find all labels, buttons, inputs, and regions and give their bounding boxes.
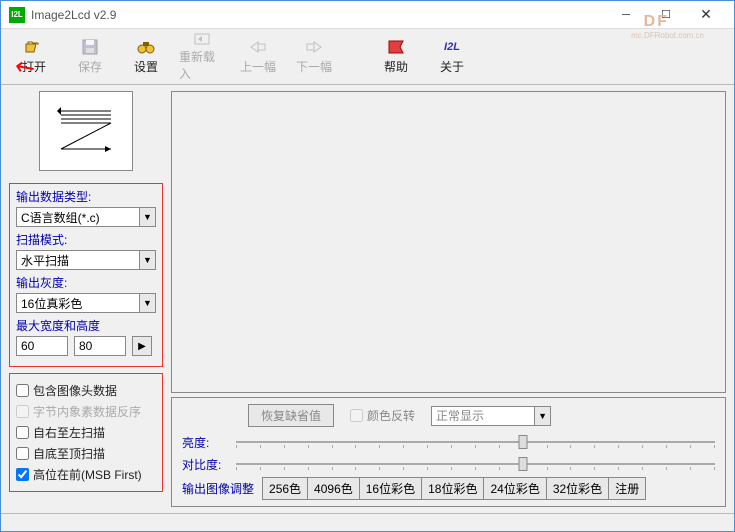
display-mode-value: 正常显示 bbox=[432, 407, 534, 424]
scan-mode-select[interactable]: 水平扫描 ▼ bbox=[16, 250, 156, 270]
slider-thumb[interactable] bbox=[519, 457, 528, 471]
max-height-input[interactable] bbox=[74, 336, 126, 356]
prev-label: 上一幅 bbox=[240, 58, 276, 75]
prev-icon bbox=[249, 38, 267, 56]
rtl-label: 自右至左扫描 bbox=[33, 424, 105, 441]
settings-button[interactable]: 设置 bbox=[121, 33, 171, 80]
output-tabs: 输出图像调整 256色 4096色 16位彩色 18位彩色 24位彩色 32位彩… bbox=[182, 477, 715, 500]
watermark-logo: DF bbox=[644, 13, 669, 31]
btt-checkbox[interactable]: 自底至顶扫描 bbox=[16, 443, 156, 464]
brightness-label: 亮度: bbox=[182, 434, 226, 451]
image-preview bbox=[171, 91, 726, 393]
watermark-url: mc.DFRobot.com.cn bbox=[631, 31, 704, 40]
restore-default-button[interactable]: 恢复缺省值 bbox=[248, 404, 334, 427]
binoculars-icon bbox=[137, 38, 155, 56]
about-label: 关于 bbox=[440, 58, 464, 75]
output-type-value: C语言数组(*.c) bbox=[17, 209, 139, 226]
tab-4096[interactable]: 4096色 bbox=[307, 477, 360, 500]
prev-button[interactable]: 上一幅 bbox=[233, 33, 283, 80]
tabs-label: 输出图像调整 bbox=[182, 480, 260, 497]
byte-reverse-checkbox: 字节内象素数据反序 bbox=[16, 401, 156, 422]
msb-first-checkbox[interactable]: 高位在前(MSB First) bbox=[16, 464, 156, 485]
gray-label: 输出灰度: bbox=[16, 274, 156, 291]
chevron-down-icon: ▼ bbox=[139, 251, 155, 269]
open-button[interactable]: 打开 bbox=[9, 33, 59, 80]
help-button[interactable]: 帮助 bbox=[371, 33, 421, 80]
save-icon bbox=[81, 38, 99, 56]
minimize-button[interactable]: ─ bbox=[606, 2, 646, 28]
open-label: 打开 bbox=[22, 58, 46, 75]
close-button[interactable]: ✕ bbox=[686, 2, 726, 28]
chevron-down-icon: ▼ bbox=[534, 407, 550, 425]
controls-panel: 恢复缺省值 颜色反转 正常显示 ▼ 亮度: bbox=[171, 397, 726, 507]
help-label: 帮助 bbox=[384, 58, 408, 75]
next-icon bbox=[305, 38, 323, 56]
gray-select[interactable]: 16位真彩色 ▼ bbox=[16, 293, 156, 313]
app-window: I2L Image2Lcd v2.9 ─ ☐ ✕ DF mc.DFRobot.c… bbox=[0, 0, 735, 532]
include-header-checkbox[interactable]: 包含图像头数据 bbox=[16, 380, 156, 401]
reload-icon bbox=[193, 32, 211, 46]
titlebar: I2L Image2Lcd v2.9 ─ ☐ ✕ bbox=[1, 1, 734, 29]
scan-direction-preview bbox=[39, 91, 133, 171]
next-button[interactable]: 下一幅 bbox=[289, 33, 339, 80]
gray-value: 16位真彩色 bbox=[17, 295, 139, 312]
left-panel: 输出数据类型: C语言数组(*.c) ▼ 扫描模式: 水平扫描 ▼ 输出灰度: bbox=[1, 85, 171, 513]
invert-colors-checkbox[interactable]: 颜色反转 bbox=[350, 407, 415, 424]
max-width-input[interactable] bbox=[16, 336, 68, 356]
scan-mode-label: 扫描模式: bbox=[16, 231, 156, 248]
chevron-down-icon: ▼ bbox=[139, 208, 155, 226]
right-panel: 恢复缺省值 颜色反转 正常显示 ▼ 亮度: bbox=[171, 85, 734, 513]
include-header-label: 包含图像头数据 bbox=[33, 382, 117, 399]
app-icon: I2L bbox=[9, 7, 25, 23]
tab-32bit[interactable]: 32位彩色 bbox=[546, 477, 609, 500]
output-type-select[interactable]: C语言数组(*.c) ▼ bbox=[16, 207, 156, 227]
slider-thumb[interactable] bbox=[519, 435, 528, 449]
display-mode-select[interactable]: 正常显示 ▼ bbox=[431, 406, 551, 426]
statusbar bbox=[1, 513, 734, 531]
chevron-down-icon: ▼ bbox=[139, 294, 155, 312]
msb-first-label: 高位在前(MSB First) bbox=[33, 466, 142, 483]
reload-button[interactable]: 重新载入 bbox=[177, 33, 227, 80]
body: 输出数据类型: C语言数组(*.c) ▼ 扫描模式: 水平扫描 ▼ 输出灰度: bbox=[1, 85, 734, 513]
tab-18bit[interactable]: 18位彩色 bbox=[421, 477, 484, 500]
maxdim-label: 最大宽度和高度 bbox=[16, 317, 156, 334]
about-button[interactable]: I2L 关于 bbox=[427, 33, 477, 80]
save-label: 保存 bbox=[78, 58, 102, 75]
reload-label: 重新载入 bbox=[179, 48, 225, 82]
window-title: Image2Lcd v2.9 bbox=[31, 8, 606, 22]
tab-256[interactable]: 256色 bbox=[262, 477, 308, 500]
output-settings-group: 输出数据类型: C语言数组(*.c) ▼ 扫描模式: 水平扫描 ▼ 输出灰度: bbox=[9, 183, 163, 367]
next-label: 下一幅 bbox=[296, 58, 332, 75]
contrast-slider[interactable] bbox=[236, 455, 715, 473]
settings-label: 设置 bbox=[134, 58, 158, 75]
contrast-label: 对比度: bbox=[182, 456, 226, 473]
save-button[interactable]: 保存 bbox=[65, 33, 115, 80]
byte-reverse-label: 字节内象素数据反序 bbox=[33, 403, 141, 420]
scan-mode-value: 水平扫描 bbox=[17, 252, 139, 269]
apply-dim-button[interactable]: ▶ bbox=[132, 336, 152, 356]
rtl-checkbox[interactable]: 自右至左扫描 bbox=[16, 422, 156, 443]
invert-colors-label: 颜色反转 bbox=[367, 407, 415, 424]
brightness-slider[interactable] bbox=[236, 433, 715, 451]
btt-label: 自底至顶扫描 bbox=[33, 445, 105, 462]
options-group: 包含图像头数据 字节内象素数据反序 自右至左扫描 自底至顶扫描 高位在前(MSB… bbox=[9, 373, 163, 492]
help-icon bbox=[387, 38, 405, 56]
tab-16bit[interactable]: 16位彩色 bbox=[359, 477, 422, 500]
output-type-label: 输出数据类型: bbox=[16, 188, 156, 205]
tab-24bit[interactable]: 24位彩色 bbox=[483, 477, 546, 500]
toolbar: 打开 保存 设置 重新载入 上一幅 bbox=[1, 29, 734, 85]
about-icon: I2L bbox=[443, 38, 461, 56]
open-icon bbox=[25, 38, 43, 56]
tab-register[interactable]: 注册 bbox=[608, 477, 646, 500]
